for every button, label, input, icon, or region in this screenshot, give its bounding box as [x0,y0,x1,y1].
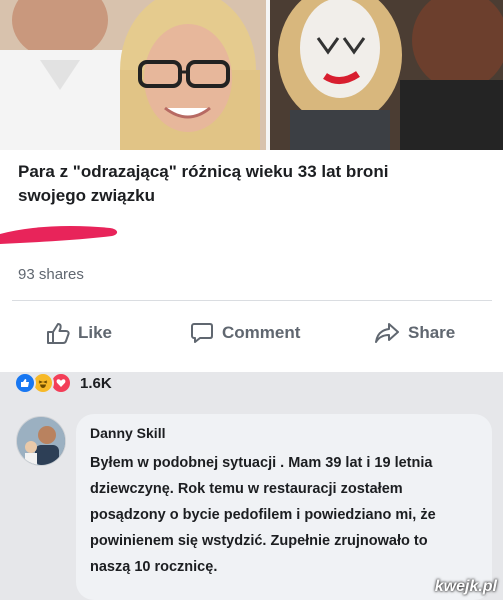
post-image[interactable] [0,0,503,150]
divider [12,300,492,301]
reactions-count: 1.6K [80,374,112,392]
post-headline[interactable]: Para z "odrazającą" różnicą wieku 33 lat… [18,160,458,208]
like-label: Like [78,323,113,342]
share-button[interactable]: Share [374,313,455,353]
watermark-logo: kwejk.pl [434,578,497,595]
like-icon [14,372,36,394]
reactions-summary[interactable]: 1.6K [14,372,112,394]
comment-text: Byłem w podobnej sytuacji . Mam 39 lat i… [90,455,436,575]
shares-count[interactable]: 93 shares [18,266,84,283]
photo-couple-right [270,0,503,150]
share-label: Share [408,323,456,342]
photo-couple-left [0,0,266,150]
like-button[interactable]: Like [46,313,112,353]
avatar[interactable] [16,416,66,466]
comment-button[interactable]: Comment [190,313,300,353]
pink-scribble [0,226,118,244]
thumbs-up-icon [47,323,70,344]
action-bar: Like Comment Share [0,313,503,353]
comment-label: Comment [222,323,301,342]
comment-icon [191,323,213,343]
comment-author[interactable]: Danny Skill [90,425,165,441]
share-arrow-icon [375,323,399,343]
